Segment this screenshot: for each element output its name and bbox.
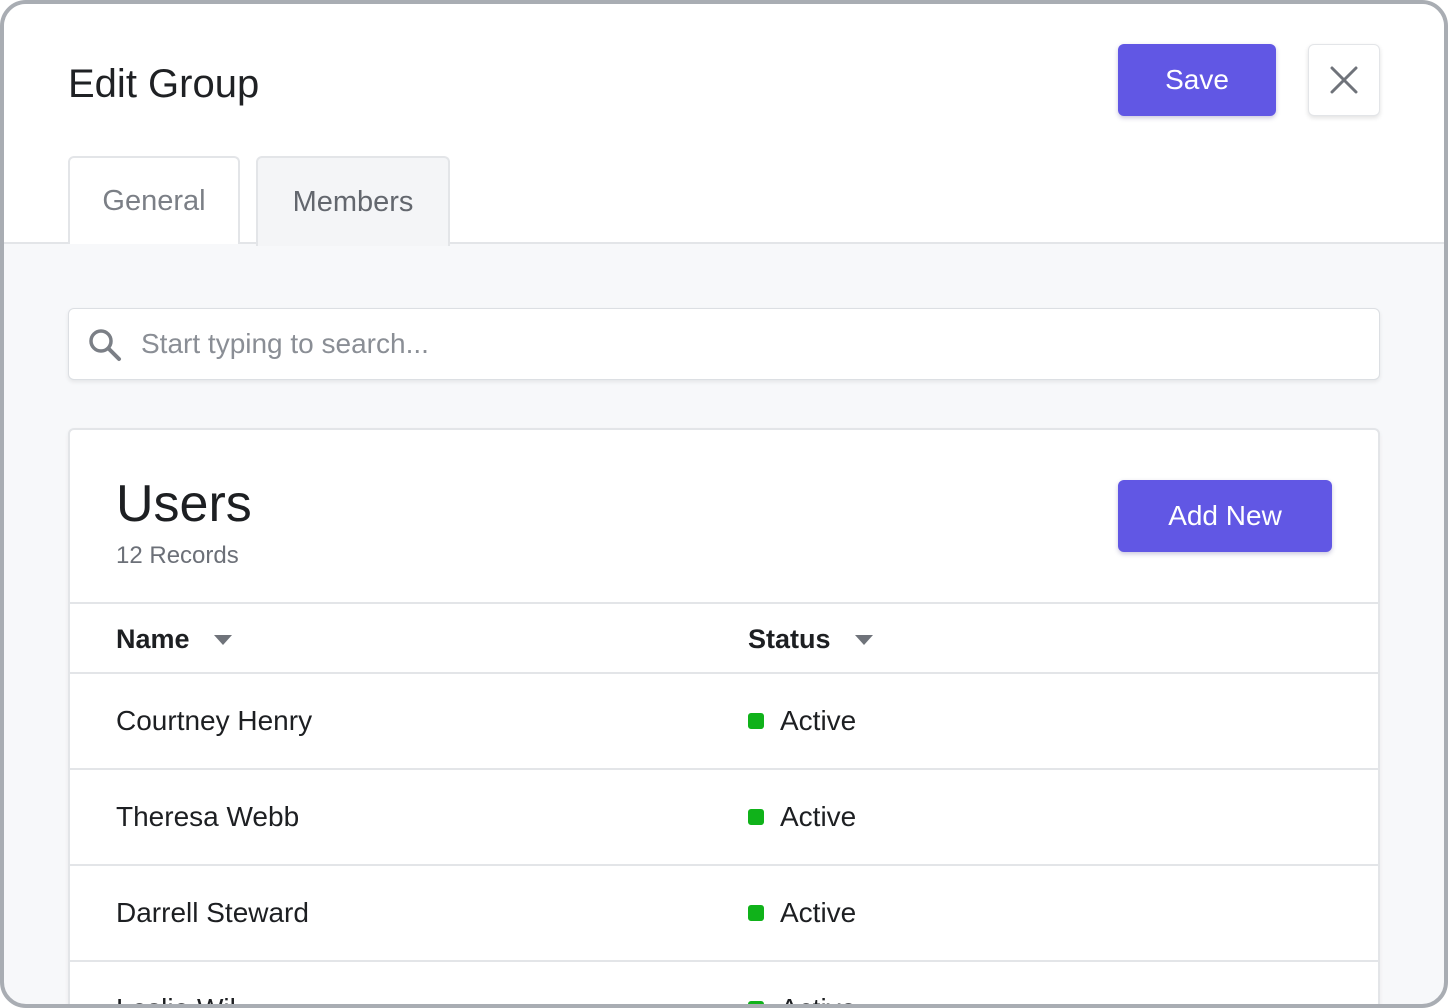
table-row[interactable]: Darrell Steward Active (70, 866, 1378, 962)
table-row[interactable]: Leslie Wil Active (70, 962, 1378, 1004)
caret-down-icon (213, 635, 232, 645)
table-row[interactable]: Courtney Henry Active (70, 674, 1378, 770)
status-cell: Active (748, 770, 856, 864)
table-header: Name Status (70, 602, 1378, 674)
user-name: Courtney Henry (116, 705, 313, 736)
user-name: Leslie Wil (116, 962, 236, 1004)
table-row[interactable]: Theresa Webb Active (70, 770, 1378, 866)
search-input[interactable] (139, 309, 1359, 379)
edit-group-dialog: Edit Group Save General Members Users 12… (0, 0, 1448, 1008)
tab-general[interactable]: General (68, 156, 240, 244)
users-title: Users (116, 475, 252, 533)
status-cell: Active (748, 962, 856, 1004)
close-button[interactable] (1308, 44, 1380, 116)
search-icon (89, 329, 121, 361)
search-bar (68, 308, 1380, 380)
status-label: Active (780, 993, 856, 1004)
user-name: Darrell Steward (116, 897, 309, 928)
add-new-button[interactable]: Add New (1118, 480, 1332, 552)
tab-members[interactable]: Members (256, 156, 450, 246)
dialog-header: Edit Group Save General Members (4, 4, 1444, 246)
close-icon (1330, 66, 1358, 94)
status-label: Active (780, 801, 857, 832)
status-active-icon (748, 905, 764, 921)
save-button[interactable]: Save (1118, 44, 1276, 116)
column-header-status[interactable]: Status (748, 604, 873, 674)
users-card: Users 12 Records Add New Name Status Cou… (68, 428, 1380, 1004)
records-count: 12 Records (116, 542, 239, 569)
status-active-icon (748, 809, 764, 825)
status-label: Active (780, 897, 857, 928)
status-active-icon (748, 1001, 764, 1004)
status-active-icon (748, 713, 764, 729)
caret-down-icon (854, 635, 873, 645)
column-header-status-label: Status (748, 623, 831, 654)
column-header-name[interactable]: Name (116, 604, 232, 674)
status-label: Active (780, 705, 857, 736)
page-title: Edit Group (68, 62, 260, 106)
user-name: Theresa Webb (116, 801, 300, 832)
status-cell: Active (748, 674, 856, 768)
status-cell: Active (748, 866, 856, 960)
column-header-name-label: Name (116, 623, 190, 654)
